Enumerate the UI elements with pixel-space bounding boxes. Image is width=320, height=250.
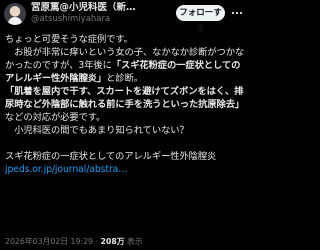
avatar-shirt	[8, 17, 22, 25]
article-link[interactable]: jpeds.or.jp/journal/abstra…	[5, 164, 128, 175]
paragraph-3-bold: 「肌着を屋内で干す、スカートを避けてズボンをはく、排尿時など外陰部に触れる前に手…	[5, 86, 245, 110]
tweet-header: 宮原篤@小児科医（新… @atsushimiyahara フォローする	[0, 0, 246, 34]
paragraph-3-tail: などの対応が必要です。	[5, 112, 106, 123]
more-horizontal-icon[interactable]	[231, 7, 243, 19]
paragraph-5: スギ花粉症の一症状としてのアレルギー性外陰膣炎	[5, 151, 220, 162]
follow-button[interactable]: フォローする	[176, 5, 225, 34]
views-label: 表示	[124, 237, 143, 246]
views-count: 208万	[100, 237, 125, 246]
timestamp[interactable]: 2026年03月02日 19:29	[5, 237, 93, 246]
author-display-name[interactable]: 宮原篤@小児科医（新…	[31, 2, 173, 14]
author-handle[interactable]: @atsushimiyahara	[31, 14, 173, 25]
tweet: 宮原篤@小児科医（新… @atsushimiyahara フォローする ちょっと…	[0, 0, 246, 250]
tweet-meta: 2026年03月02日 19:29 · 208万 表示	[5, 236, 143, 247]
paragraph-2-tail: と診断。	[106, 73, 143, 84]
author-names[interactable]: 宮原篤@小児科医（新… @atsushimiyahara	[31, 2, 173, 25]
paragraph-4: 小児科医の間でもあまり知られていない？	[5, 125, 189, 136]
tweet-text: ちょっと可愛そうな症例です。 お股が非常に痒いという女の子、なかなか診断がつかな…	[5, 33, 245, 176]
paragraph-1: ちょっと可愛そうな症例です。	[5, 34, 133, 45]
avatar[interactable]	[4, 3, 26, 25]
